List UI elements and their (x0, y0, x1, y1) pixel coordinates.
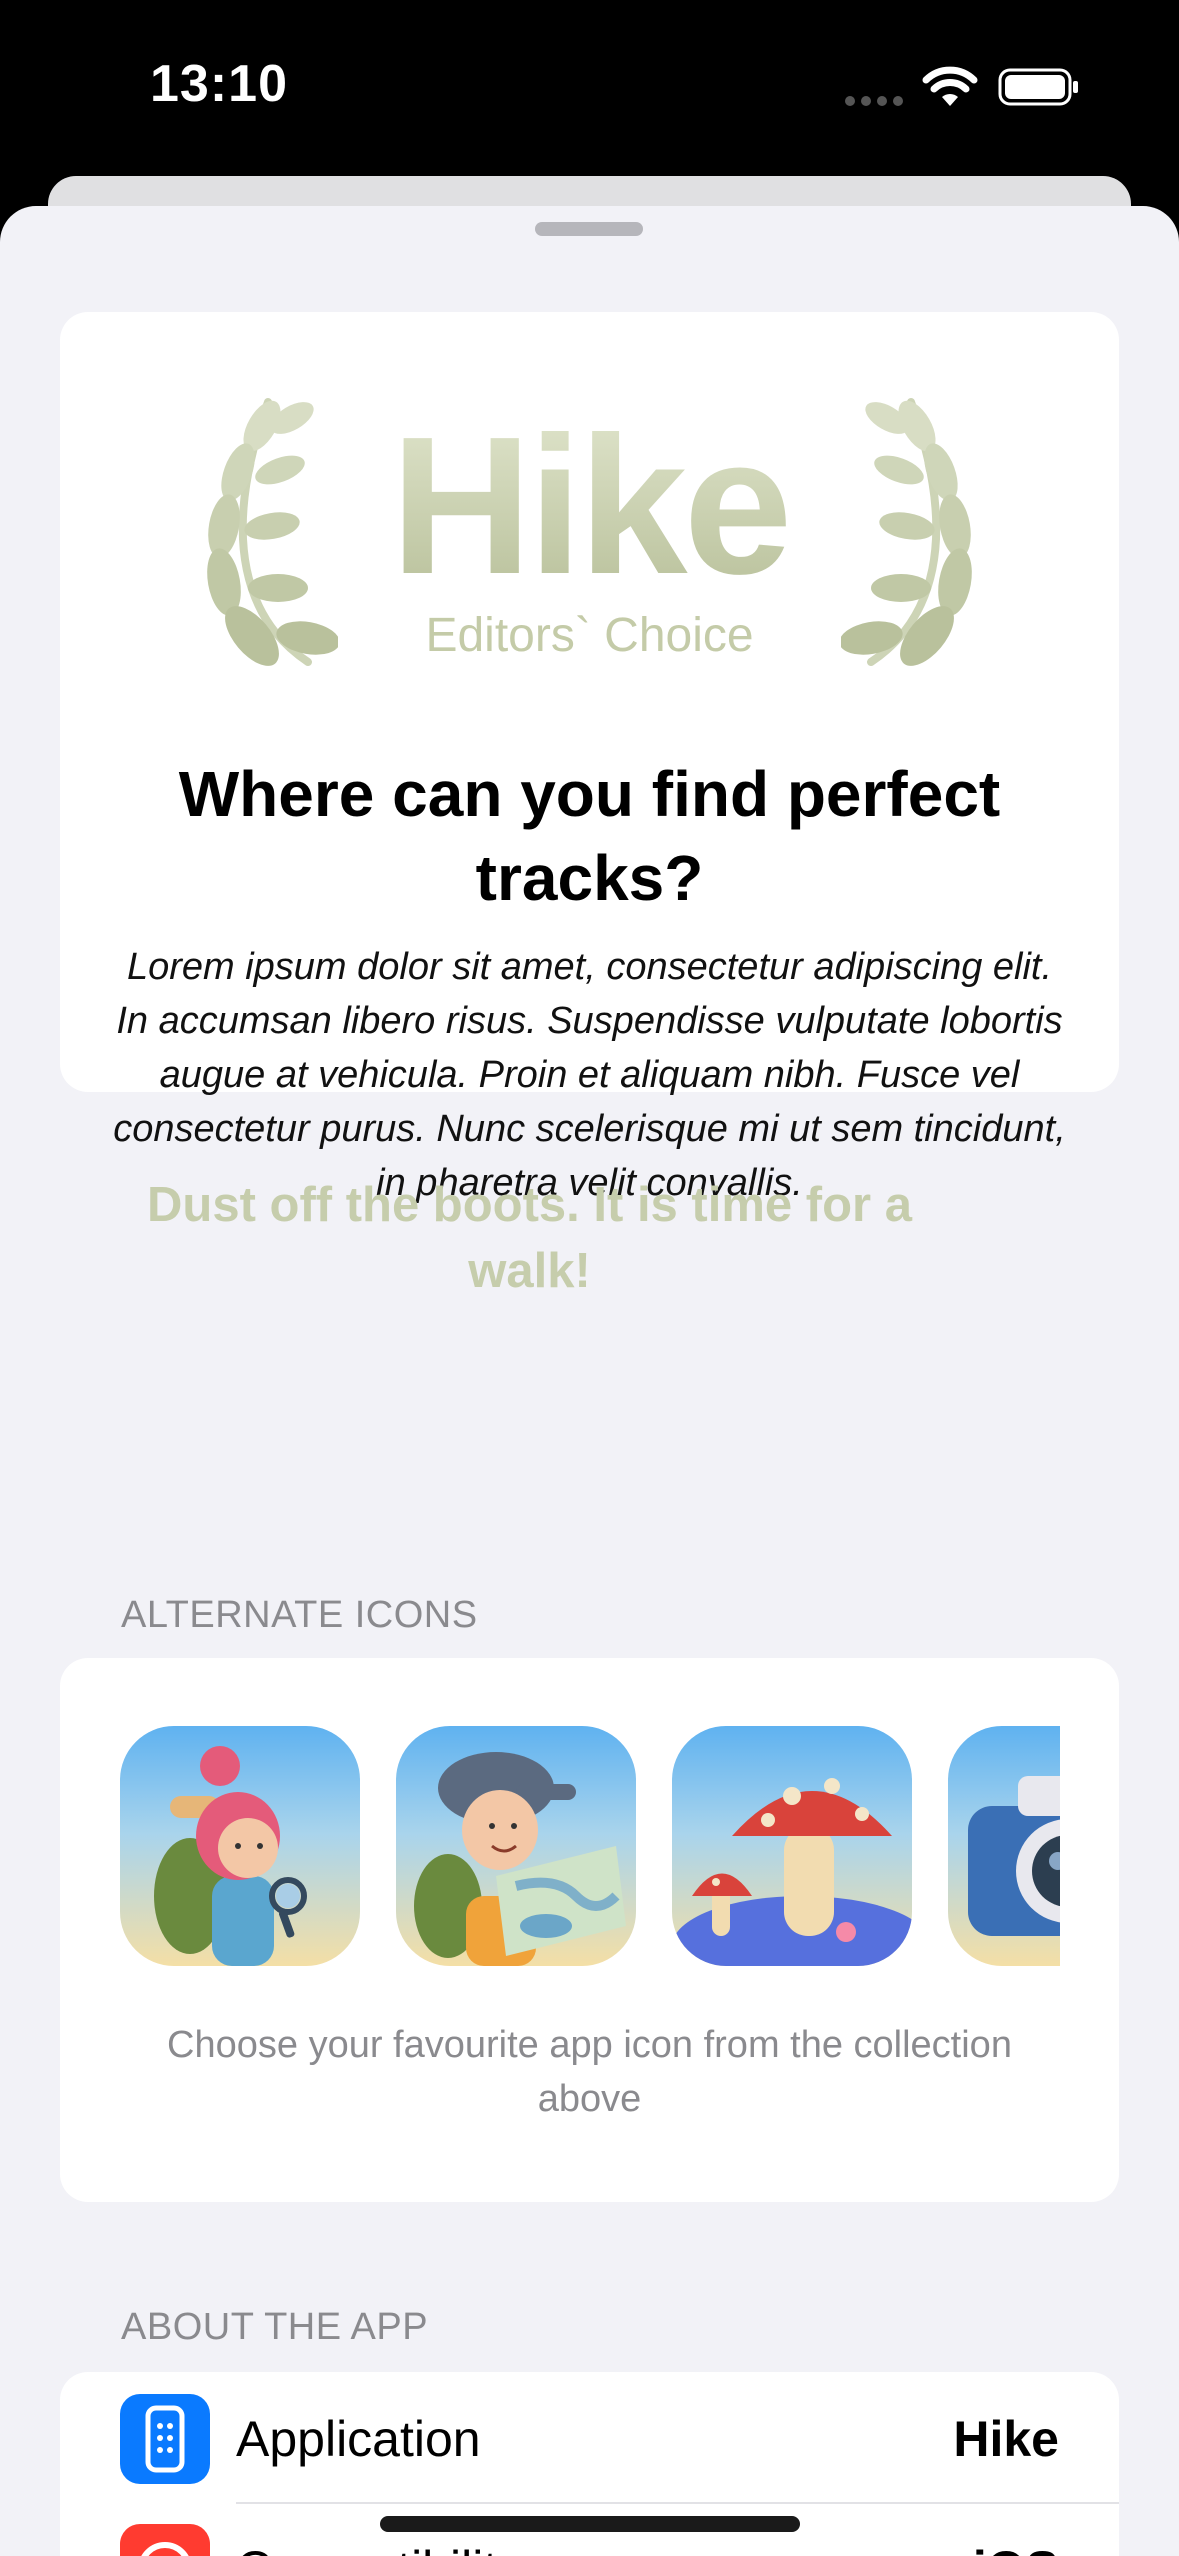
row-divider (236, 2502, 1119, 2504)
section-header-alternate-icons: ALTERNATE ICONS (121, 1594, 478, 1636)
wifi-icon (922, 66, 978, 106)
section-header-about: ABOUT THE APP (121, 2306, 429, 2348)
hero-tagline: Dust off the boots. It is time for a wal… (147, 1178, 912, 1298)
about-row-label: Compatibility (236, 2540, 522, 2556)
about-row-label: Application (236, 2411, 481, 2467)
about-row-value: iOS (973, 2540, 1059, 2556)
mushroom-icon[interactable] (672, 1726, 912, 1966)
icons-caption: Choose your favourite app icon from the … (167, 2024, 1012, 2120)
camera-icon[interactable] (948, 1726, 1060, 1966)
app-logo-subtitle: Editors` Choice (425, 609, 754, 662)
hero-body: Lorem ipsum dolor sit amet, consectetur … (113, 946, 1066, 1204)
app-logo-word: Hike (60, 408, 1119, 604)
status-time: 13:10 (150, 55, 288, 113)
sheet-grabber[interactable] (535, 222, 643, 236)
battery-icon (998, 68, 1078, 106)
info-icon (120, 2524, 210, 2556)
cellular-signal-icon (845, 96, 903, 106)
status-bar: 13:10 (0, 0, 1179, 180)
about-row-value: Hike (953, 2411, 1059, 2467)
settings-sheet: Hike Editors` Choice Where can you find … (0, 206, 1179, 2556)
hero-card: Hike Editors` Choice Where can you find … (60, 312, 1119, 1204)
hiker-girl-icon[interactable] (120, 1726, 360, 1966)
hero-title: Where can you find perfect tracks? (178, 758, 1001, 914)
home-indicator[interactable] (380, 2516, 800, 2532)
icons-scroller[interactable] (120, 1726, 1060, 1966)
alternate-icons-card: Choose your favourite app icon from the … (60, 1658, 1119, 2202)
apps-iphone-icon (120, 2394, 210, 2484)
hiker-boy-map-icon[interactable] (396, 1726, 636, 1966)
